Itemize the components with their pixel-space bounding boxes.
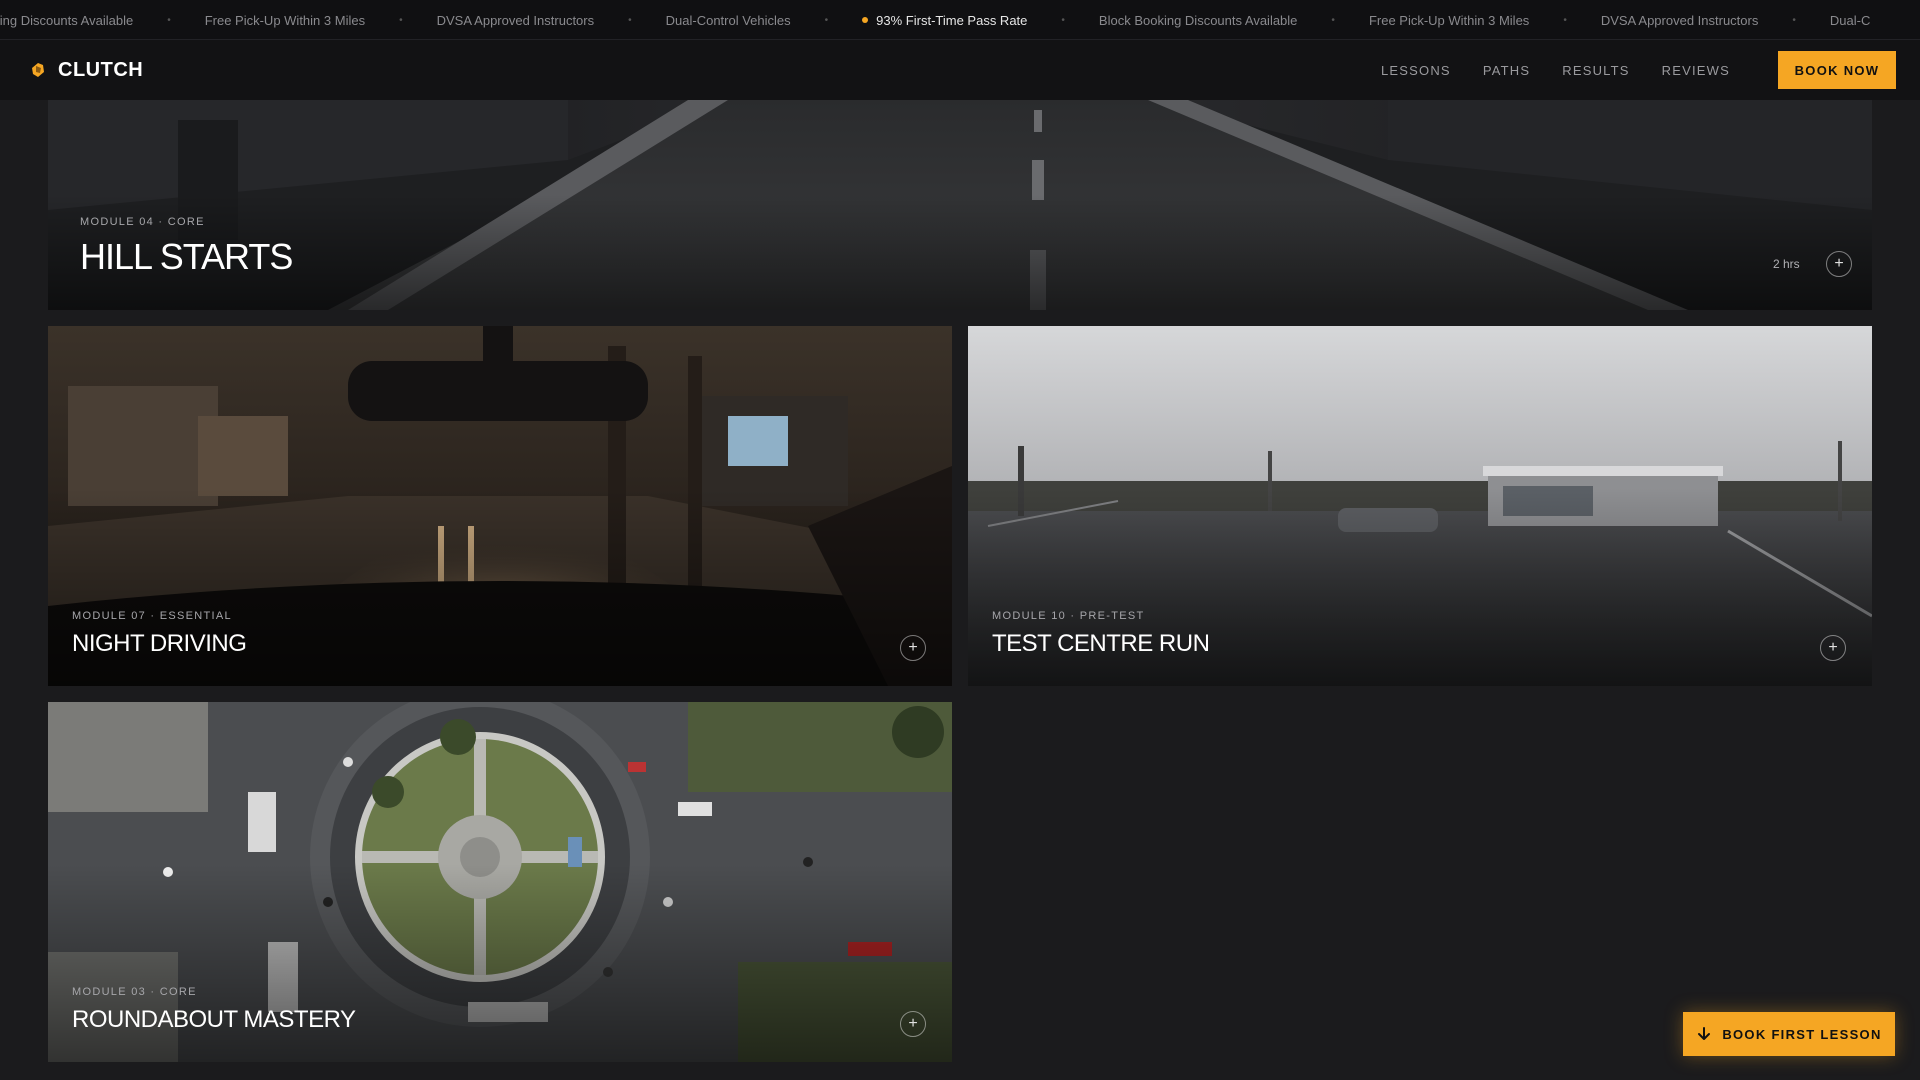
module-card-test-centre-run[interactable]: MODULE 10 · PRE-TEST TEST CENTRE RUN + bbox=[968, 326, 1872, 686]
book-now-button[interactable]: BOOK NOW bbox=[1778, 51, 1896, 89]
module-meta: MODULE 10 · PRE-TEST bbox=[992, 610, 1145, 622]
module-meta: MODULE 07 · ESSENTIAL bbox=[72, 610, 232, 622]
highlight-dot-icon bbox=[862, 17, 869, 23]
nav-reviews[interactable]: REVIEWS bbox=[1662, 63, 1730, 78]
module-card-night-driving[interactable]: MODULE 07 · ESSENTIAL NIGHT DRIVING + bbox=[48, 326, 952, 686]
module-meta: MODULE 04 · CORE bbox=[80, 216, 205, 228]
module-title: TEST CENTRE RUN bbox=[992, 630, 1210, 657]
ticker-item: Free Pick-Up Within 3 Miles bbox=[1368, 12, 1530, 28]
ticker-item: DVSA Approved Instructors bbox=[436, 12, 595, 28]
ticker-item: Dual-Control Vehicles bbox=[665, 12, 791, 28]
nav-results[interactable]: RESULTS bbox=[1562, 63, 1629, 78]
ticker-item-highlight: 93% First-Time Pass Rate bbox=[828, 13, 1061, 28]
ticker-track: oking Discounts Available • Free Pick-Up… bbox=[0, 0, 1904, 39]
module-card-hill-starts[interactable]: MODULE 04 · CORE HILL STARTS 2 hrs + bbox=[48, 100, 1872, 310]
module-duration: 2 hrs bbox=[1773, 257, 1800, 271]
expand-plus-icon[interactable]: + bbox=[900, 1011, 926, 1037]
ticker-item: DVSA Approved Instructors bbox=[1600, 12, 1759, 28]
ticker-item: Dual-C bbox=[1829, 12, 1871, 28]
module-title: ROUNDABOUT MASTERY bbox=[72, 1006, 356, 1033]
card-gradient bbox=[48, 100, 1872, 310]
announcement-ticker: oking Discounts Available • Free Pick-Up… bbox=[0, 0, 1920, 40]
module-title: NIGHT DRIVING bbox=[72, 630, 247, 657]
module-card-roundabout-mastery[interactable]: MODULE 03 · CORE ROUNDABOUT MASTERY + bbox=[48, 702, 952, 1062]
book-first-lesson-button[interactable]: BOOK FIRST LESSON bbox=[1683, 1012, 1895, 1056]
ticker-item: Free Pick-Up Within 3 Miles bbox=[204, 12, 366, 28]
ticker-item: oking Discounts Available bbox=[0, 12, 134, 28]
module-title: HILL STARTS bbox=[80, 236, 293, 277]
expand-plus-icon[interactable]: + bbox=[1826, 251, 1852, 277]
expand-plus-icon[interactable]: + bbox=[900, 635, 926, 661]
nav-paths[interactable]: PATHS bbox=[1483, 63, 1530, 78]
nav-lessons[interactable]: LESSONS bbox=[1381, 63, 1451, 78]
cta-label: BOOK FIRST LESSON bbox=[1722, 1026, 1882, 1042]
main-nav: LESSONS PATHS RESULTS REVIEWS bbox=[1381, 63, 1730, 78]
arrow-down-icon bbox=[1698, 1027, 1711, 1040]
brand-name: CLUTCH bbox=[58, 58, 144, 81]
expand-plus-icon[interactable]: + bbox=[1820, 635, 1846, 661]
ticker-item: Block Booking Discounts Available bbox=[1098, 12, 1298, 28]
site-header: CLUTCH LESSONS PATHS RESULTS REVIEWS BOO… bbox=[0, 40, 1920, 100]
brand-logo[interactable]: CLUTCH bbox=[28, 59, 143, 82]
clutch-logo-icon bbox=[32, 63, 44, 77]
module-meta: MODULE 03 · CORE bbox=[72, 986, 197, 998]
